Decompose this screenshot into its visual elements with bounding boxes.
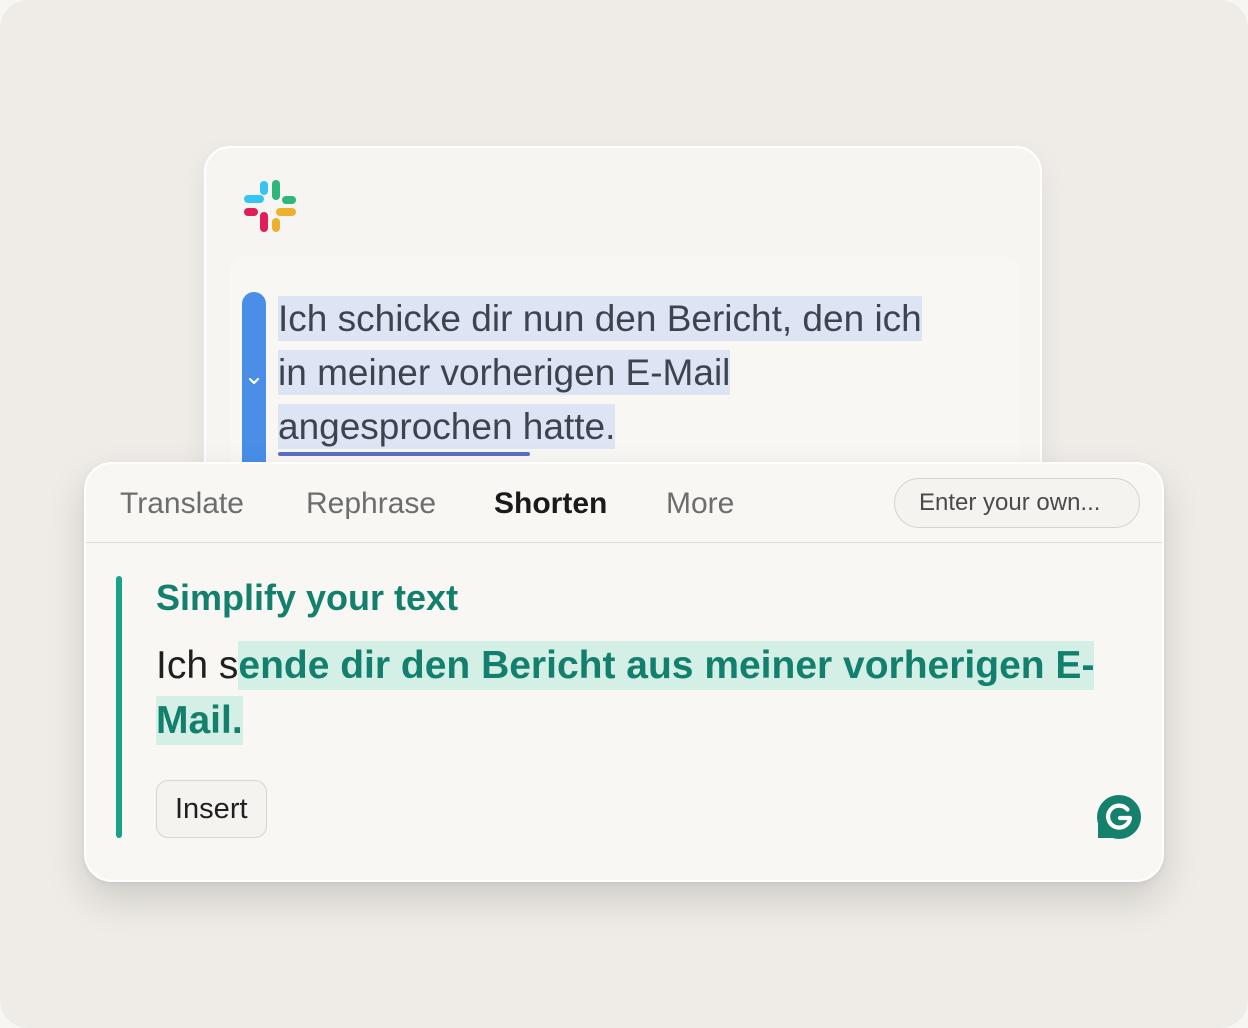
tab-more[interactable]: More — [666, 484, 734, 524]
tab-rephrase[interactable]: Rephrase — [306, 484, 436, 524]
kept-text: Ich s — [156, 644, 239, 687]
suggestion-title: Simplify your text — [156, 577, 459, 618]
custom-prompt-input[interactable] — [894, 478, 1140, 528]
grammarly-suggestion-panel: Translate Rephrase Shorten More Simplify… — [84, 462, 1164, 882]
suggestion-accent-bar — [116, 576, 122, 838]
message-text[interactable]: Ich schicke dir nun den Bericht, den ich… — [278, 292, 978, 454]
canvas: Ich schicke dir nun den Bericht, den ich… — [0, 0, 1248, 1028]
insert-button[interactable]: Insert — [156, 780, 267, 838]
slack-logo-icon — [244, 180, 296, 232]
selected-text-line: in meiner vorherigen E-Mail — [278, 350, 731, 395]
suggestion-underline — [278, 452, 530, 456]
tab-shorten[interactable]: Shorten — [494, 484, 607, 524]
chevron-down-icon — [248, 377, 260, 385]
action-tabs: Translate Rephrase Shorten More — [86, 464, 1162, 543]
suggestion-card: Simplify your text Ich sende dir den Ber… — [116, 576, 1136, 838]
grammarly-logo-icon[interactable] — [1096, 794, 1142, 840]
selected-text-line: angesprochen hatte. — [278, 404, 616, 449]
suggestion-text: Ich sende dir den Bericht aus meiner vor… — [156, 638, 1116, 748]
tab-translate[interactable]: Translate — [120, 484, 244, 524]
selected-text-line: Ich schicke dir nun den Bericht, den ich — [278, 296, 922, 341]
inserted-text: ende dir den Bericht aus meiner vorherig… — [156, 641, 1095, 745]
